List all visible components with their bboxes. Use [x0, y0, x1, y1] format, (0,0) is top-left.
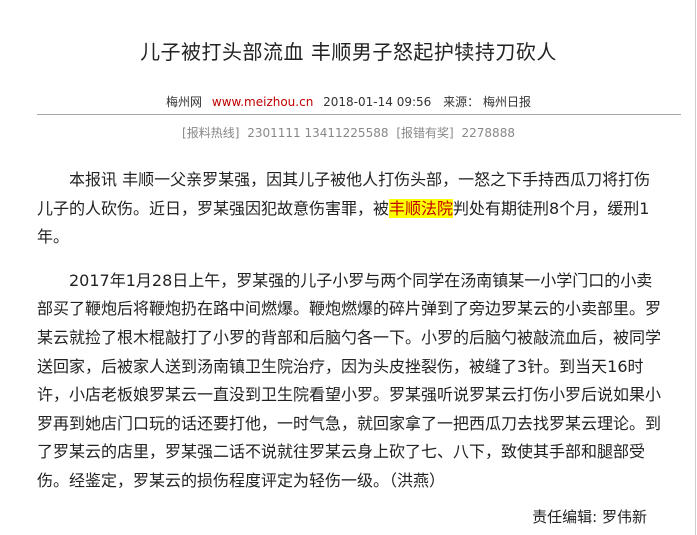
source-site-url[interactable]: www.meizhou.cn [212, 95, 313, 109]
highlighted-court-name[interactable]: 丰顺法院 [389, 198, 454, 218]
hotline-bar: [报料热线] 2301111 13411225588 [报错有奖] 227888… [0, 124, 697, 141]
source-label: 来源： [443, 95, 480, 109]
error-report-label: [报错有奖] [396, 126, 454, 140]
article-meta: 梅州网 www.meizhou.cn 2018-01-14 09:56 来源： … [0, 93, 697, 110]
error-report-number: 2278888 [461, 126, 515, 140]
article-title: 儿子被打头部流血 丰顺男子怒起护犊持刀砍人 [140, 40, 557, 64]
responsible-editor: 责任编辑: 罗伟新 [532, 508, 647, 526]
article-body: 本报讯 丰顺一父亲罗某强，因其儿子被他人打伤头部，一怒之下手持西瓜刀将打伤儿子的… [37, 166, 661, 511]
title-divider [37, 114, 681, 115]
hotline-label: [报料热线] [182, 126, 240, 140]
source-value: 梅州日报 [482, 95, 531, 109]
article-paragraph-1: 本报讯 丰顺一父亲罗某强，因其儿子被他人打伤头部，一怒之下手持西瓜刀将打伤儿子的… [37, 166, 661, 252]
hotline-numbers: 2301111 13411225588 [247, 126, 389, 140]
source-site-name[interactable]: 梅州网 [166, 95, 202, 109]
publish-datetime: 2018-01-14 09:56 [323, 95, 432, 109]
article-paragraph-2: 2017年1月28日上午，罗某强的儿子小罗与两个同学在汤南镇某一小学门口的小卖部… [37, 270, 662, 490]
